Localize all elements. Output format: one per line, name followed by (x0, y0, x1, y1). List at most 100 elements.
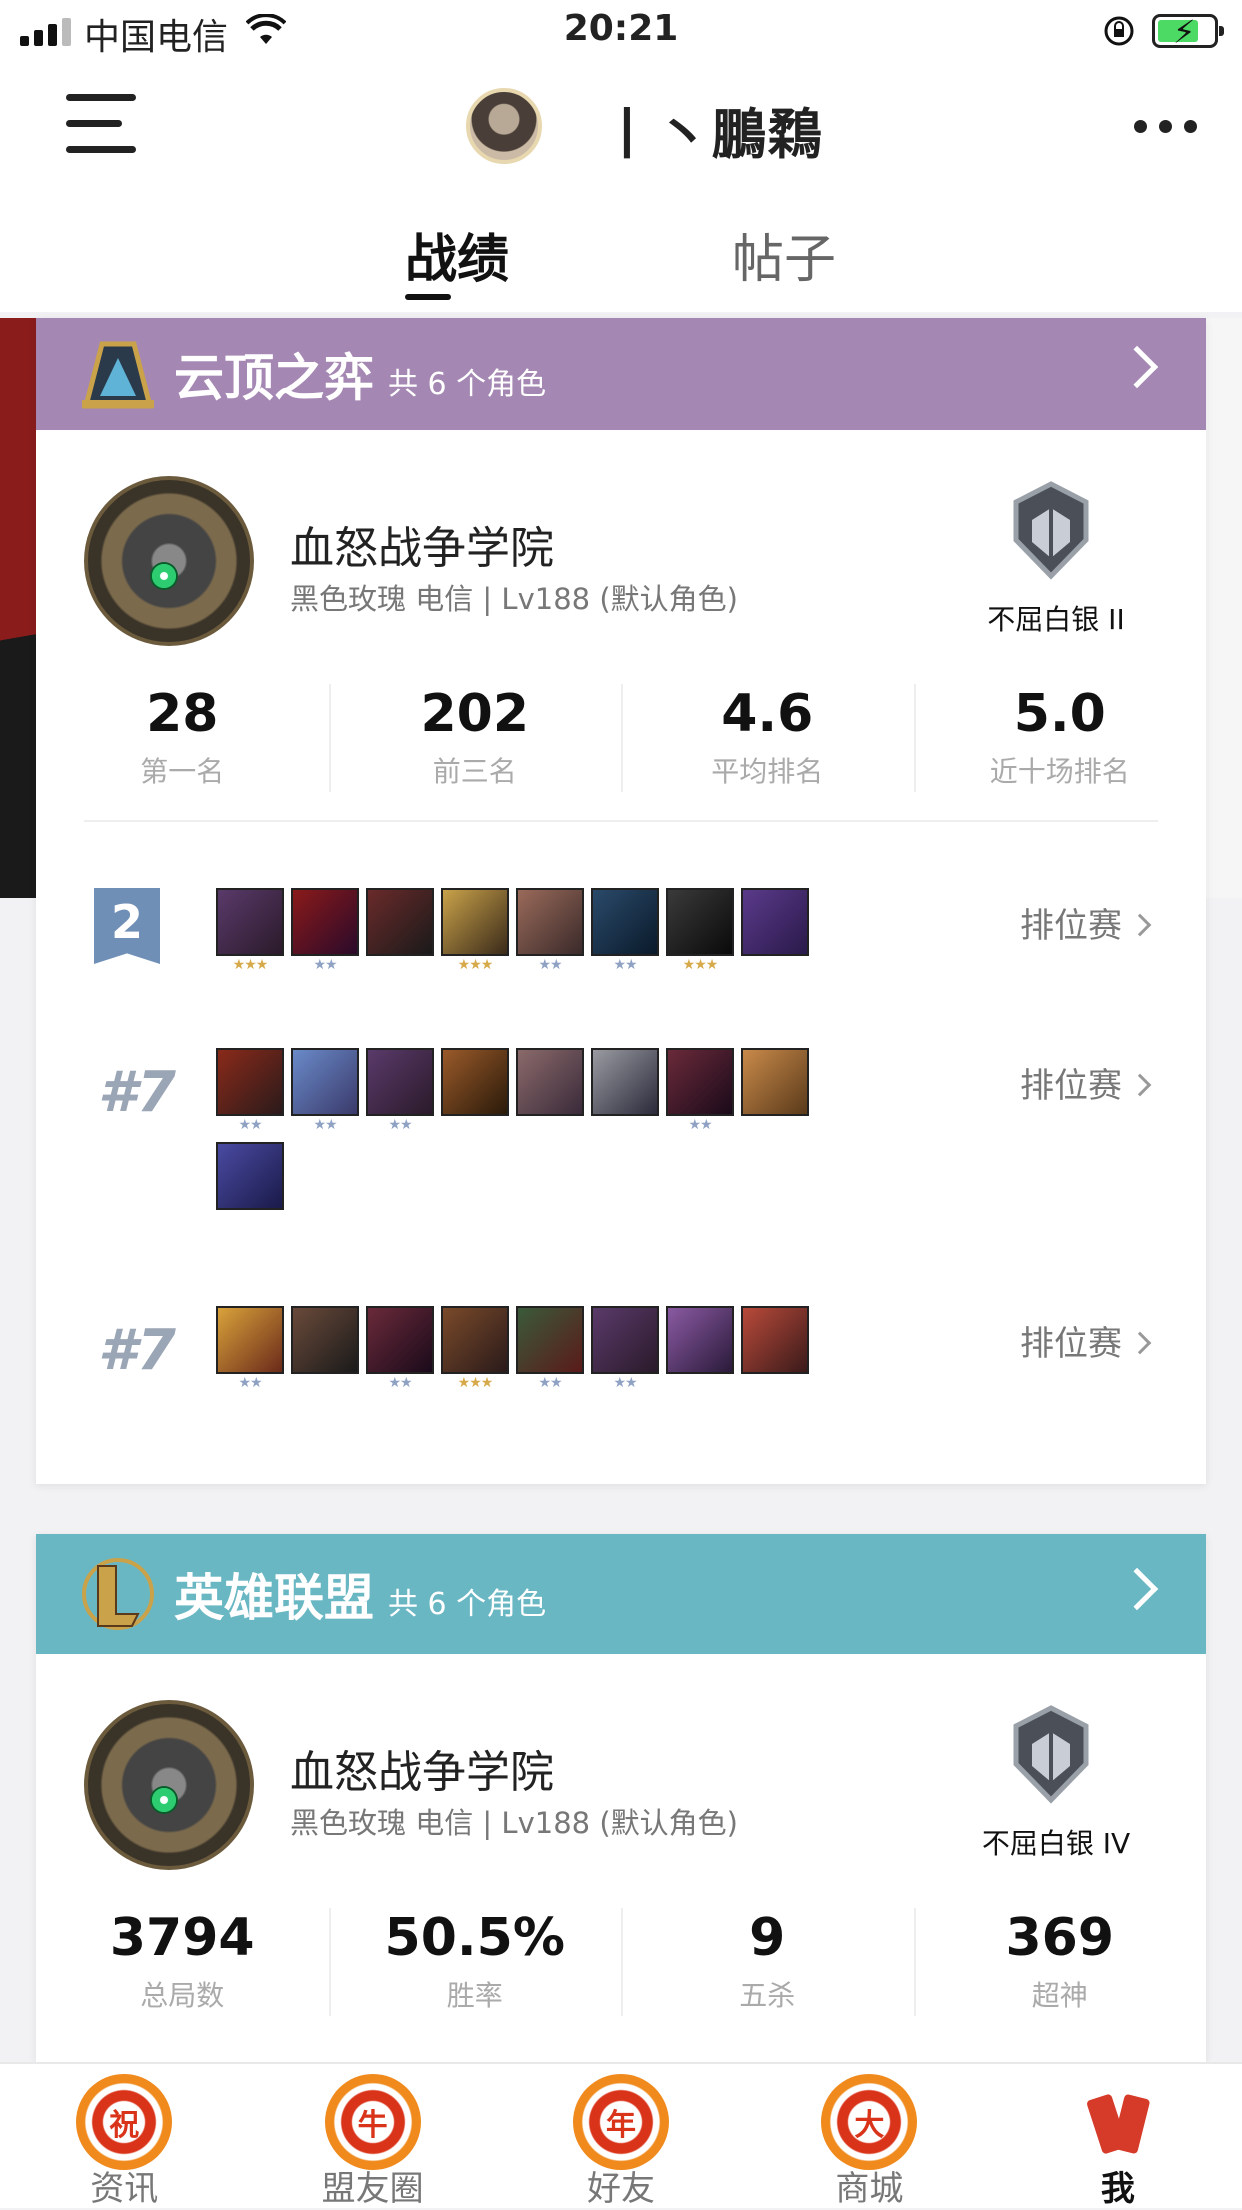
tab-records[interactable]: 战绩 (405, 217, 509, 292)
champion: ★★ (216, 1048, 284, 1134)
stat-value: 3794 (109, 1908, 255, 1968)
champion-list: ★★ ★★ ★★ ★★ (216, 1048, 816, 1236)
stat-average-rank: 4.6 平均排名 (621, 670, 914, 820)
menu-icon[interactable] (66, 94, 136, 158)
avatar[interactable] (466, 88, 542, 164)
placement-flag: 2 (94, 888, 160, 964)
champion (366, 888, 434, 974)
tab-store[interactable]: 大 商城 (745, 2064, 993, 2209)
stat-value: 369 (1005, 1908, 1115, 1968)
tab-friends[interactable]: 年 好友 (497, 2064, 745, 2209)
rank-label: 不屈白银 IV (981, 1827, 1131, 1860)
orientation-lock-icon (1104, 16, 1134, 46)
stat-label: 总局数 (140, 1979, 225, 2012)
role-name: 血怒战争学院 (290, 1747, 554, 1798)
lol-profile: 血怒战争学院 黑色玫瑰 电信 | Lv188 (默认角色) 不屈白银 IV (36, 1654, 1206, 1894)
firecracker-icon (1078, 2078, 1158, 2158)
background-decoration (0, 318, 36, 898)
tab-posts[interactable]: 帖子 (732, 217, 836, 292)
champion (591, 1048, 659, 1134)
champion: ★★ (291, 888, 359, 974)
tab-ally-circle[interactable]: 牛 盟友圈 (248, 2064, 496, 2209)
champion: ★★★ (666, 888, 734, 974)
background-decoration-right (1206, 318, 1242, 898)
stat-label: 平均排名 (711, 755, 824, 788)
chevron-right-icon (1115, 345, 1159, 389)
chevron-right-icon (1128, 1331, 1152, 1355)
role-name: 血怒战争学院 (290, 523, 554, 574)
champion: ★★ (516, 1306, 584, 1392)
champion (666, 1306, 734, 1392)
match-row[interactable]: #7 ★★ ★★ ★★★ ★★ ★★ 排位赛 (36, 1296, 1206, 1436)
stat-value: 28 (146, 684, 219, 744)
match-row[interactable]: #7 ★★ ★★ ★★ ★★ 排位赛 (36, 1038, 1206, 1296)
stat-win-rate: 50.5% 胜率 (328, 1894, 622, 2044)
champion (441, 1048, 509, 1134)
tab-news[interactable]: 祝 资讯 (0, 2064, 248, 2209)
festive-badge-icon: 祝 (76, 2074, 173, 2170)
tft-stats: 28 第一名 202 前三名 4.6 平均排名 5.0 近十场排名 (36, 670, 1206, 820)
champion-list: ★★ ★★ ★★★ ★★ ★★ (216, 1306, 816, 1400)
chevron-right-icon (1115, 1567, 1159, 1611)
stat-penta-kills: 9 五杀 (621, 1894, 914, 2044)
rank-label: 不屈白银 II (987, 603, 1125, 636)
champion: ★★ (516, 888, 584, 974)
match-row[interactable]: 2 ★★★ ★★ ★★★ ★★ ★★ ★★★ 排位赛 (36, 878, 1206, 1038)
tft-role-count: 共 6 个角色 (388, 367, 547, 402)
champion (291, 1306, 359, 1392)
champion-list: ★★★ ★★ ★★★ ★★ ★★ ★★★ (216, 888, 816, 982)
queue-label: 排位赛 (1020, 1066, 1122, 1106)
placement-number: #7 (98, 1318, 176, 1383)
champion (741, 1306, 809, 1392)
tft-header[interactable]: 云顶之弈 共 6 个角色 (36, 318, 1206, 430)
stat-value: 9 (749, 1908, 786, 1968)
profile-header: 丨丶鵬鶔 战绩 帖子 (0, 62, 1242, 312)
stat-value: 5.0 (1013, 684, 1106, 744)
tab-me[interactable]: 我 (994, 2064, 1242, 2209)
stat-total-games: 3794 总局数 (36, 1894, 329, 2044)
placement-number: #7 (98, 1060, 176, 1125)
clock: 20:21 (563, 8, 679, 49)
tab-label: 好友 (587, 2169, 656, 2209)
username: 丨丶鵬鶔 (600, 103, 824, 166)
tab-label: 资讯 (90, 2169, 159, 2209)
queue-type-link[interactable]: 排位赛 (1020, 1058, 1152, 1107)
queue-type-link[interactable]: 排位赛 (1020, 1316, 1152, 1365)
champion: ★★ (216, 1306, 284, 1392)
lol-header[interactable]: 英雄联盟 共 6 个角色 (36, 1534, 1206, 1654)
lol-card: 英雄联盟 共 6 个角色 血怒战争学院 黑色玫瑰 电信 | Lv188 (默认角… (36, 1534, 1206, 2062)
festive-badge-icon: 牛 (324, 2074, 421, 2170)
stat-legendary: 369 超神 (913, 1894, 1207, 2044)
more-options-icon[interactable] (1134, 120, 1197, 133)
stat-label: 五杀 (739, 1979, 796, 2012)
stat-top-three: 202 前三名 (328, 670, 622, 820)
stat-value: 4.6 (721, 684, 814, 744)
role-info: 黑色玫瑰 电信 | Lv188 (默认角色) (290, 582, 738, 616)
festive-badge-icon: 年 (573, 2074, 670, 2170)
champion: ★★★ (441, 1306, 509, 1392)
tab-label: 盟友圈 (321, 2169, 424, 2209)
champion (741, 888, 809, 974)
festive-badge-icon: 大 (821, 2074, 918, 2170)
champion (516, 1048, 584, 1134)
champion: ★★ (666, 1048, 734, 1134)
chevron-right-icon (1128, 913, 1152, 937)
champion: ★★★ (441, 888, 509, 974)
champion: ★★ (366, 1048, 434, 1134)
active-tab-indicator (405, 294, 451, 300)
champion: ★★★ (216, 888, 284, 974)
tft-title: 云顶之弈 (174, 349, 374, 407)
queue-type-link[interactable]: 排位赛 (1020, 898, 1152, 947)
silver-rank-icon (1013, 1705, 1089, 1804)
lol-stats: 3794 总局数 50.5% 胜率 9 五杀 369 超神 (36, 1894, 1206, 2044)
stat-label: 近十场排名 (989, 755, 1130, 788)
summoner-emblem (84, 1700, 254, 1870)
tft-profile: 血怒战争学院 黑色玫瑰 电信 | Lv188 (默认角色) 不屈白银 II (36, 430, 1206, 670)
bottom-tab-bar: 祝 资讯 牛 盟友圈 年 好友 大 商城 我 (0, 2062, 1242, 2209)
stat-recent-rank: 5.0 近十场排名 (913, 670, 1207, 820)
tft-logo-icon (82, 341, 154, 409)
lol-logo-icon (82, 1558, 154, 1630)
chevron-right-icon (1128, 1073, 1152, 1097)
champion: ★★ (366, 1306, 434, 1392)
divider (84, 820, 1158, 822)
